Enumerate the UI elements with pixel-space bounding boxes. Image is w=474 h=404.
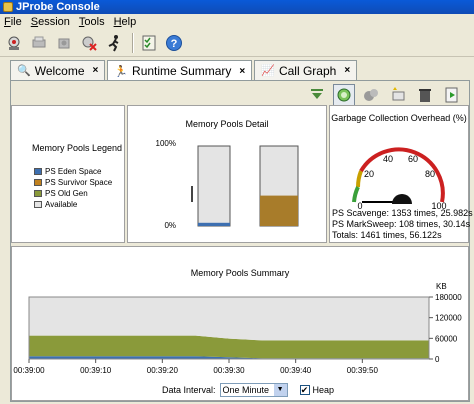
gauge-hub — [392, 194, 412, 204]
menu-tools[interactable]: Tools — [79, 16, 105, 28]
close-tab-call-graph-icon[interactable]: × — [344, 65, 350, 76]
gc-title: Garbage Collection Overhead (%) — [331, 113, 467, 123]
legend-item: PS Survivor Space — [34, 177, 112, 188]
export-icon[interactable] — [441, 84, 463, 106]
heap-label: Heap — [312, 385, 335, 395]
title-bar: JProbe Console — [0, 0, 474, 14]
window-title: JProbe Console — [16, 1, 100, 13]
heap-checkbox[interactable]: ✔ — [299, 385, 310, 395]
x-tick-label: 00:39:30 — [213, 366, 245, 375]
toolbar-separator — [132, 32, 134, 53]
legend-swatch — [34, 168, 42, 175]
legend-title: Memory Pools Legend — [32, 143, 123, 153]
memory-pools-legend-panel: Memory Pools Legend PS Eden Space PS Sur… — [11, 105, 125, 243]
interval-label: Data Interval: — [162, 385, 216, 395]
main-toolbar: ? — [0, 29, 474, 57]
close-tab-runtime-summary-icon[interactable]: × — [239, 66, 245, 77]
runtime-summary-view: Memory Pools Legend PS Eden Space PS Sur… — [10, 80, 473, 402]
x-tick-label: 00:39:00 — [13, 366, 45, 375]
graph-icon: 📈 — [261, 65, 275, 77]
detail-bottom-label: 0% — [164, 221, 176, 230]
view-action-bar — [301, 83, 463, 107]
run-gc-icon[interactable] — [360, 84, 382, 106]
detail-bar-frame — [197, 145, 231, 227]
tab-welcome[interactable]: 🔍 Welcome × — [10, 60, 106, 80]
close-tab-welcome-icon[interactable]: × — [93, 65, 99, 76]
area-series — [29, 297, 429, 341]
chart-unit-label: KB — [436, 282, 447, 291]
memory-pools-detail-panel: Memory Pools Detail 100% 0% — [127, 105, 327, 243]
summary-chart-svg: KB 180000 120000 60000 0 00:39:00 00:39:10 00… — [13, 282, 462, 375]
gauge-zone-yellow — [355, 170, 363, 188]
legend-item: PS Old Gen — [34, 188, 112, 199]
gauge-zone-green — [352, 186, 360, 203]
app-icon — [3, 2, 13, 12]
detail-bars-svg: 100% 0% — [156, 139, 299, 230]
y-tick-label: 120000 — [435, 314, 462, 323]
interval-select[interactable]: One Minute ▼ — [219, 383, 288, 397]
gc-snapshot-icon[interactable] — [333, 84, 355, 106]
chevron-down-icon[interactable]: ▼ — [273, 384, 287, 396]
legend-item: Available — [34, 199, 112, 210]
legend-swatch — [34, 201, 42, 208]
y-tick-label: 0 — [435, 355, 440, 364]
x-tick-label: 00:39:40 — [280, 366, 312, 375]
tab-runtime-summary[interactable]: 🏃 Runtime Summary × — [107, 60, 253, 81]
gauge-tick-label: 20 — [364, 169, 374, 179]
print-icon[interactable] — [28, 32, 50, 54]
gc-marksweep-line: PS MarkSweep: 108 times, 30.14s — [332, 219, 471, 229]
tab-strip: 🔍 Welcome × 🏃 Runtime Summary × 📈 Call G… — [10, 60, 359, 81]
help-icon[interactable]: ? — [163, 32, 185, 54]
snapshot-icon[interactable] — [53, 32, 75, 54]
legend-item: PS Eden Space — [34, 166, 112, 177]
menu-help[interactable]: Help — [114, 16, 137, 28]
menu-bar: File Session Tools Help — [0, 14, 474, 29]
detail-bar-fill — [260, 195, 298, 226]
memory-pools-summary-panel: Memory Pools Summary KB 180000 120000 6000… — [11, 246, 469, 401]
legend-swatch — [34, 190, 42, 197]
menu-session[interactable]: Session — [31, 16, 70, 28]
trash-icon[interactable] — [414, 84, 436, 106]
gauge-tick-label: 80 — [425, 169, 435, 179]
connect-icon[interactable] — [3, 32, 25, 54]
y-tick-label: 60000 — [435, 334, 458, 343]
new-snapshot-icon[interactable] — [387, 84, 409, 106]
detail-bar-fill — [198, 222, 230, 226]
tab-call-graph[interactable]: 📈 Call Graph × — [254, 60, 358, 80]
legend-list: PS Eden Space PS Survivor Space PS Old G… — [34, 166, 112, 210]
y-tick-label: 180000 — [435, 293, 462, 302]
runner-icon: 🏃 — [114, 65, 129, 78]
interval-row: Data Interval: One Minute ▼ ✔ Heap — [162, 383, 334, 397]
svg-text:?: ? — [171, 38, 178, 50]
gc-scavenge-line: PS Scavenge: 1353 times, 25.982s — [332, 208, 473, 218]
gauge-tick-label: 60 — [408, 154, 418, 164]
menu-file[interactable]: File — [4, 16, 22, 28]
x-tick-label: 00:39:50 — [347, 366, 379, 375]
gc-totals-line: Totals: 1461 times, 56.122s — [332, 230, 442, 240]
gauge-tick-label: 40 — [383, 154, 393, 164]
run-icon[interactable] — [103, 32, 125, 54]
gc-overhead-panel: Garbage Collection Overhead (%) 0 20 40 … — [329, 105, 473, 243]
magnifier-icon: 🔍 — [17, 65, 31, 77]
detail-top-label: 100% — [156, 139, 176, 148]
x-tick-label: 00:39:10 — [80, 366, 112, 375]
filter-down-icon[interactable] — [306, 84, 328, 106]
checklist-icon[interactable] — [138, 32, 160, 54]
legend-swatch — [34, 179, 42, 186]
disconnect-icon[interactable] — [78, 32, 100, 54]
x-tick-label: 00:39:20 — [147, 366, 179, 375]
